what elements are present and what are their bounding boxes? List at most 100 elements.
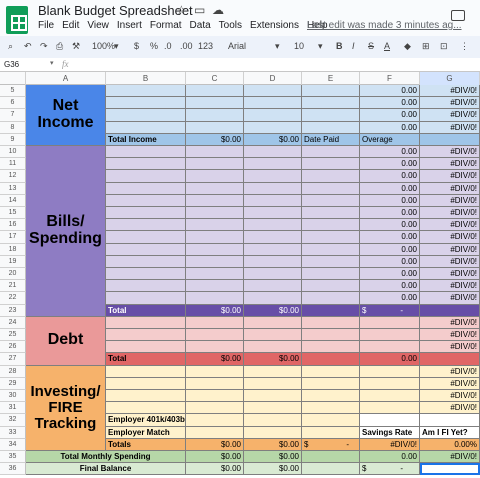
cell-d36[interactable]: $0.00: [244, 463, 302, 476]
cell-f30[interactable]: [360, 390, 420, 403]
selected-cell-g36[interactable]: [420, 463, 480, 476]
cell-b24[interactable]: [106, 316, 186, 329]
cell-g16[interactable]: #DIV/0!: [420, 219, 480, 232]
cell-f20[interactable]: 0.00: [360, 268, 420, 281]
cell-b26[interactable]: [106, 341, 186, 354]
row-header-31[interactable]: 31: [0, 402, 26, 415]
undo-icon[interactable]: ↶: [24, 41, 32, 52]
cell-g20[interactable]: #DIV/0!: [420, 268, 480, 281]
row-header-5[interactable]: 5: [0, 85, 26, 98]
cell-c12[interactable]: [186, 170, 244, 183]
cell-f19[interactable]: 0.00: [360, 255, 420, 268]
cell-g31[interactable]: #DIV/0!: [420, 402, 480, 415]
cell-g14[interactable]: #DIV/0!: [420, 194, 480, 207]
row-header-18[interactable]: 18: [0, 243, 26, 256]
cell-c5[interactable]: [186, 85, 244, 98]
fill-color-icon[interactable]: ◆: [404, 41, 411, 52]
cell-g13[interactable]: #DIV/0!: [420, 182, 480, 195]
cell-b32[interactable]: Employer 401k/403b: [106, 414, 186, 427]
cell-d10[interactable]: [244, 146, 302, 159]
cell-e14[interactable]: [302, 194, 360, 207]
cell-b29[interactable]: [106, 377, 186, 390]
cell-d9[interactable]: $0.00: [244, 133, 302, 146]
merge-cells-icon[interactable]: ⊡: [440, 41, 448, 52]
cell-e9[interactable]: Date Paid: [302, 133, 360, 146]
col-header-e[interactable]: E: [302, 72, 360, 85]
row-header-11[interactable]: 11: [0, 158, 26, 171]
cell-g33[interactable]: Am I FI Yet?: [420, 426, 480, 439]
cell-g23[interactable]: [420, 304, 480, 317]
cell-e19[interactable]: [302, 255, 360, 268]
row-header-34[interactable]: 34: [0, 438, 26, 451]
row-header-10[interactable]: 10: [0, 146, 26, 159]
cell-e34[interactable]: $ -: [302, 438, 360, 451]
final-balance-label[interactable]: Final Balance: [26, 463, 186, 476]
cell-b28[interactable]: [106, 365, 186, 378]
cell-e6[interactable]: [302, 97, 360, 110]
cell-e21[interactable]: [302, 280, 360, 293]
font-size-input[interactable]: 10: [294, 41, 304, 51]
cell-e25[interactable]: [302, 329, 360, 342]
cell-e27[interactable]: [302, 353, 360, 366]
cell-g12[interactable]: #DIV/0!: [420, 170, 480, 183]
cell-e22[interactable]: [302, 292, 360, 305]
menu-extensions[interactable]: Extensions: [250, 20, 299, 31]
menu-view[interactable]: View: [87, 20, 109, 31]
cell-e33[interactable]: [302, 426, 360, 439]
cell-c19[interactable]: [186, 255, 244, 268]
cell-f36[interactable]: $ -: [360, 463, 420, 476]
row-header-21[interactable]: 21: [0, 280, 26, 293]
cell-f10[interactable]: 0.00: [360, 146, 420, 159]
cell-d28[interactable]: [244, 365, 302, 378]
cell-e7[interactable]: [302, 109, 360, 122]
cell-g22[interactable]: #DIV/0!: [420, 292, 480, 305]
cell-e18[interactable]: [302, 243, 360, 256]
cell-e12[interactable]: [302, 170, 360, 183]
cell-d12[interactable]: [244, 170, 302, 183]
cell-f15[interactable]: 0.00: [360, 207, 420, 220]
cell-c11[interactable]: [186, 158, 244, 171]
cell-g21[interactable]: #DIV/0!: [420, 280, 480, 293]
cell-g35[interactable]: #DIV/0!: [420, 451, 480, 464]
cell-g11[interactable]: #DIV/0!: [420, 158, 480, 171]
menu-data[interactable]: Data: [190, 20, 211, 31]
cell-b31[interactable]: [106, 402, 186, 415]
cell-b17[interactable]: [106, 231, 186, 244]
cell-d15[interactable]: [244, 207, 302, 220]
cell-b6[interactable]: [106, 97, 186, 110]
menu-tools[interactable]: Tools: [219, 20, 242, 31]
cell-d7[interactable]: [244, 109, 302, 122]
cell-c27[interactable]: $0.00: [186, 353, 244, 366]
redo-icon[interactable]: ↷: [40, 41, 48, 52]
more-formats-button[interactable]: 123: [198, 41, 213, 51]
decrease-decimal-button[interactable]: .0: [164, 41, 172, 51]
cell-c6[interactable]: [186, 97, 244, 110]
paint-format-icon[interactable]: ⚒: [72, 41, 80, 52]
cell-d11[interactable]: [244, 158, 302, 171]
cell-b14[interactable]: [106, 194, 186, 207]
cell-b13[interactable]: [106, 182, 186, 195]
cell-e30[interactable]: [302, 390, 360, 403]
cell-d8[interactable]: [244, 121, 302, 134]
name-box[interactable]: G36: [4, 60, 19, 69]
cell-b23[interactable]: Total: [106, 304, 186, 317]
cell-f14[interactable]: 0.00: [360, 194, 420, 207]
formula-input[interactable]: [80, 59, 475, 71]
cell-d25[interactable]: [244, 329, 302, 342]
select-all-corner[interactable]: [0, 72, 26, 85]
menu-file[interactable]: File: [38, 20, 54, 31]
cell-g7[interactable]: #DIV/0!: [420, 109, 480, 122]
cell-b34[interactable]: Totals: [106, 438, 186, 451]
cell-f23[interactable]: $ -: [360, 304, 420, 317]
row-header-19[interactable]: 19: [0, 255, 26, 268]
cell-f5[interactable]: 0.00: [360, 85, 420, 98]
cell-d27[interactable]: $0.00: [244, 353, 302, 366]
cell-c29[interactable]: [186, 377, 244, 390]
cell-d17[interactable]: [244, 231, 302, 244]
cell-e20[interactable]: [302, 268, 360, 281]
row-header-13[interactable]: 13: [0, 182, 26, 195]
row-header-30[interactable]: 30: [0, 390, 26, 403]
cell-c22[interactable]: [186, 292, 244, 305]
cell-f8[interactable]: 0.00: [360, 121, 420, 134]
cell-b33[interactable]: Employer Match: [106, 426, 186, 439]
